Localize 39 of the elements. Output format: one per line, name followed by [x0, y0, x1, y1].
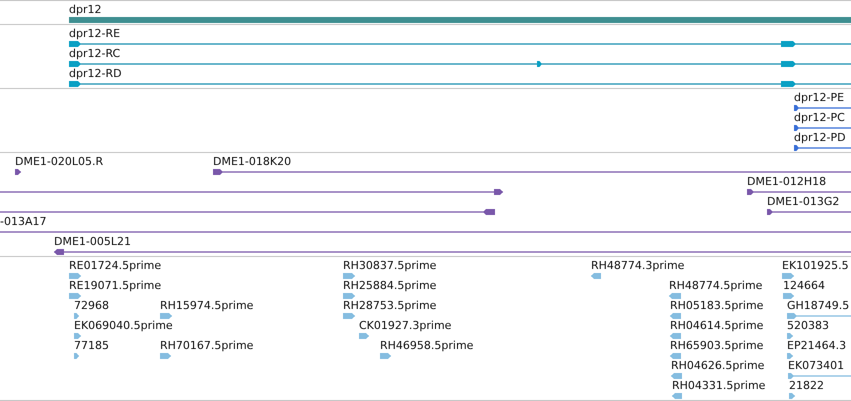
feature-label: RH25884.5prime: [343, 279, 436, 292]
feature-label: 21822: [789, 379, 824, 392]
feature-label: dpr12-PE: [794, 91, 844, 104]
feature-label: DME1-012H18: [747, 175, 826, 188]
feature-label: RH30837.5prime: [343, 259, 436, 272]
feature-label: RE01724.5prime: [69, 259, 162, 272]
feature-label: dpr12-RE: [69, 27, 120, 40]
feature-label: CK01927.3prime: [359, 319, 452, 332]
feature-label: DME1-020L05.R: [15, 155, 104, 168]
feature-label: dpr12-RD: [69, 67, 122, 80]
feature-label: RE19071.5prime: [69, 279, 162, 292]
feature-label: DME1-013G2: [767, 195, 840, 208]
feature-label: RH15974.5prime: [160, 299, 254, 312]
feature-label: 77185: [74, 339, 109, 352]
feature-label: EK069040.5prime: [74, 319, 173, 332]
feature-label: 124664: [783, 279, 825, 292]
feature-label: 72968: [74, 299, 109, 312]
feature-label: -013A17: [0, 215, 46, 228]
feature-label: RH04626.5prime: [671, 359, 764, 372]
feature-label: RH28753.5prime: [343, 299, 436, 312]
feature-label: DME1-018K20: [213, 155, 292, 168]
feature-label: RH05183.5prime: [670, 299, 764, 312]
feature-label: DME1-005L21: [54, 235, 131, 248]
feature-label: RH48774.5prime: [669, 279, 762, 292]
feature-label: RH04614.5prime: [670, 319, 764, 332]
feature-label: RH48774.3prime: [591, 259, 684, 272]
feature-label: EP21464.3: [787, 339, 846, 352]
feature-label: EK073401: [788, 359, 844, 372]
feature-label: dpr12-PD: [794, 131, 846, 144]
feature-label: dpr12: [69, 3, 102, 16]
feature-label: dpr12-RC: [69, 47, 120, 60]
feature-label: RH65903.5prime: [670, 339, 764, 352]
feature-label: 520383: [787, 319, 829, 332]
feature-label: GH18749.5: [787, 299, 850, 312]
feature-label: RH70167.5prime: [160, 339, 254, 352]
feature-label: RH04331.5prime: [672, 379, 766, 392]
feature-label: EK101925.5: [782, 259, 849, 272]
feature-label: RH46958.5prime: [380, 339, 474, 352]
feature-label: dpr12-PC: [794, 111, 845, 124]
